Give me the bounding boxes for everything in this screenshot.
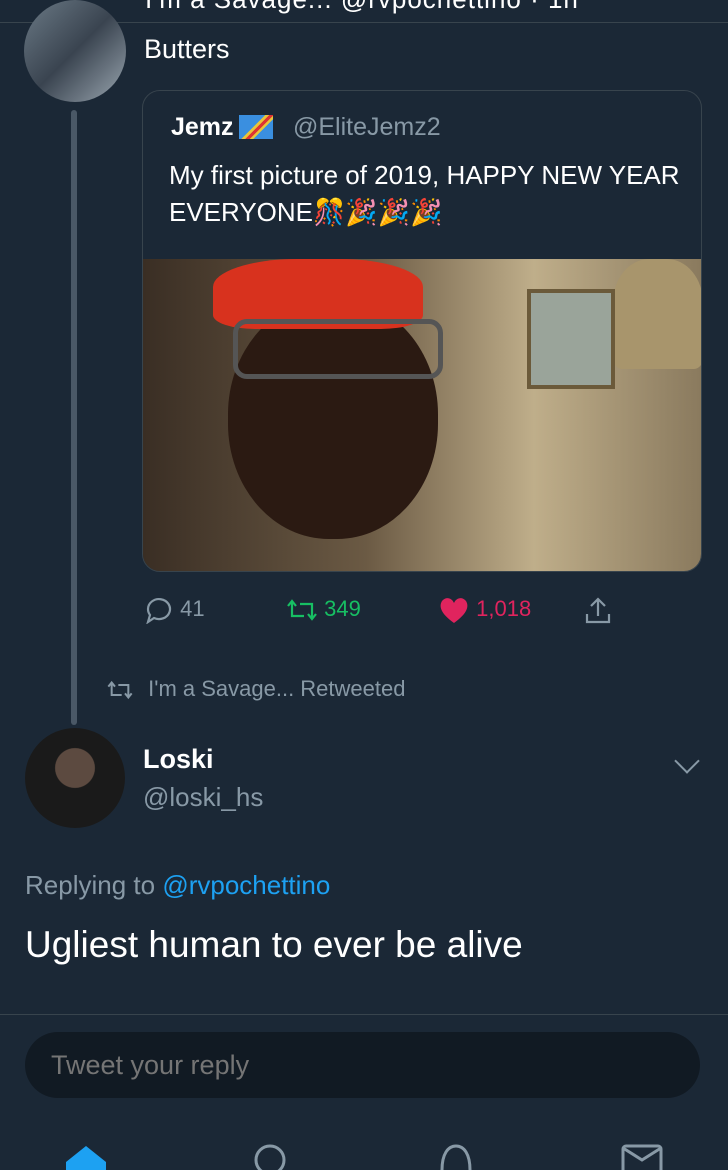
retweeter-avatar[interactable] — [24, 0, 126, 102]
reply-count: 41 — [180, 596, 205, 621]
quoted-tweet-photo[interactable] — [143, 259, 701, 571]
flag-icon — [239, 115, 273, 139]
retweet-icon — [107, 681, 133, 700]
like-action[interactable]: 1,018 — [438, 596, 531, 624]
tweet-text: Ugliest human to ever be alive — [25, 924, 523, 965]
author-handle[interactable]: @loski_hs — [143, 782, 263, 813]
quoted-tweet-text: My first picture of 2019, HAPPY NEW YEAR… — [169, 160, 680, 227]
notifications-icon[interactable] — [436, 1140, 476, 1170]
reply-action[interactable]: 41 — [144, 596, 205, 625]
search-icon[interactable] — [250, 1140, 290, 1170]
retweet-action[interactable]: 349 — [286, 596, 361, 622]
share-icon — [585, 597, 611, 624]
reply-icon — [146, 598, 172, 625]
home-icon[interactable] — [62, 1140, 110, 1170]
quoted-author-name: Jemz — [171, 113, 234, 141]
share-action[interactable] — [583, 596, 613, 626]
heart-icon — [440, 598, 468, 624]
retweet-icon — [287, 599, 317, 621]
reply-input[interactable] — [25, 1032, 700, 1098]
thread-line — [71, 110, 77, 725]
quoted-tweet-card[interactable]: Jemz @EliteJemz2 My first picture of 201… — [142, 90, 702, 572]
photo-wall-frame — [527, 289, 615, 389]
replying-to-link[interactable]: @rvpochettino — [162, 870, 330, 900]
retweeted-by-row: I'm a Savage... Retweeted — [106, 676, 405, 702]
quoted-author-handle: @EliteJemz2 — [293, 113, 441, 141]
author-avatar[interactable] — [25, 728, 125, 828]
replying-prefix: Replying to — [25, 870, 156, 900]
header-text: I'm a Savage... @rvpochettino · 1h — [145, 0, 579, 15]
chevron-down-icon[interactable] — [674, 748, 700, 774]
retweet-count: 349 — [324, 596, 361, 621]
author-name[interactable]: Loski — [143, 744, 214, 775]
photo-glasses — [233, 319, 443, 379]
like-count: 1,018 — [476, 596, 532, 621]
replying-to-line: Replying to @rvpochettino — [25, 870, 330, 901]
mail-icon[interactable] — [620, 1140, 664, 1170]
photo-lamp — [613, 259, 701, 369]
retweeted-by-text: I'm a Savage... Retweeted — [148, 676, 406, 701]
retweet-comment: Butters — [144, 34, 230, 64]
